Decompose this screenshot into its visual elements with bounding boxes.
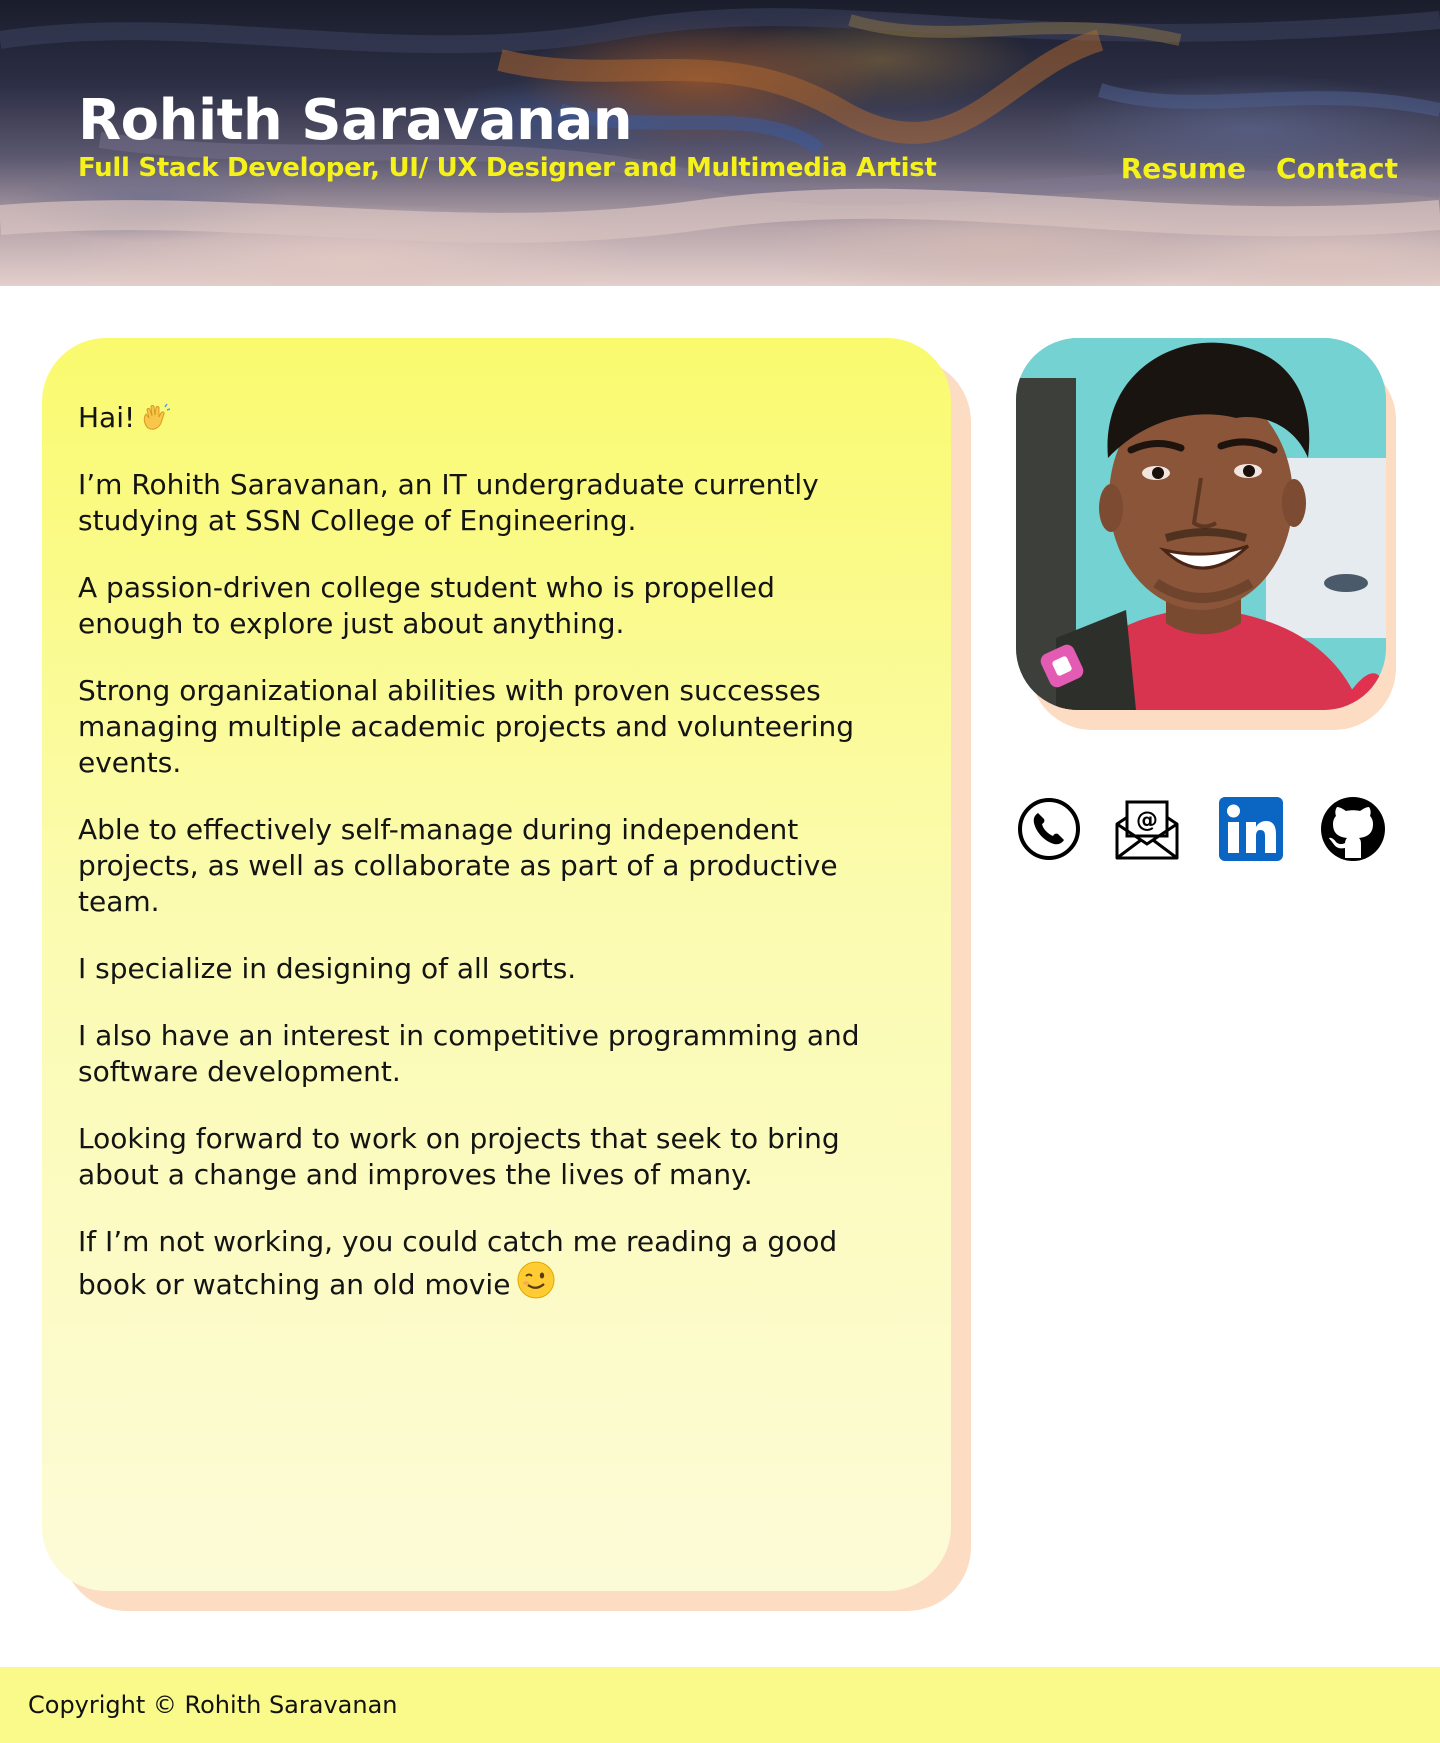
main-nav: Resume Contact xyxy=(1121,152,1398,186)
page-subtitle: Full Stack Developer, UI/ UX Designer an… xyxy=(78,153,937,183)
closing-text: If I’m not working, you could catch me r… xyxy=(78,1225,838,1301)
social-links: @ xyxy=(1016,796,1386,862)
greeting-text: Hai! xyxy=(78,401,136,434)
about-card: Hai! I’m Rohith Saravanan, an IT undergr… xyxy=(42,338,951,1591)
github-icon xyxy=(1321,797,1385,861)
about-closing: If I’m not working, you could catch me r… xyxy=(78,1224,878,1303)
about-paragraph: I also have an interest in competitive p… xyxy=(78,1019,860,1088)
about-paragraph: I’m Rohith Saravanan, an IT undergraduat… xyxy=(78,468,819,537)
page-title: Rohith Saravanan xyxy=(78,88,633,153)
nav-link-contact[interactable]: Contact xyxy=(1276,152,1398,186)
about-paragraph: Strong organizational abilities with pro… xyxy=(78,674,855,779)
github-link[interactable] xyxy=(1320,796,1386,862)
phone-link[interactable] xyxy=(1016,796,1082,862)
linkedin-icon xyxy=(1219,797,1283,861)
winking-face-emoji xyxy=(517,1261,555,1299)
waving-hand-emoji xyxy=(143,403,171,430)
svg-text:@: @ xyxy=(1136,808,1158,833)
site-header: Rohith Saravanan Full Stack Developer, U… xyxy=(0,0,1440,286)
linkedin-link[interactable] xyxy=(1218,796,1284,862)
profile-photo xyxy=(1016,338,1386,710)
profile-portrait-illustration xyxy=(1016,338,1386,710)
about-paragraph: A passion-driven college student who is … xyxy=(78,571,775,640)
phone-icon xyxy=(1018,798,1080,860)
email-icon: @ xyxy=(1115,800,1179,860)
email-link[interactable]: @ xyxy=(1114,796,1180,862)
about-greeting: Hai! xyxy=(78,400,878,436)
about-paragraph: I specialize in designing of all sorts. xyxy=(78,952,577,985)
about-paragraph: Looking forward to work on projects that… xyxy=(78,1122,840,1191)
copyright-text: Copyright © Rohith Saravanan xyxy=(28,1691,398,1719)
site-footer: Copyright © Rohith Saravanan xyxy=(0,1667,1440,1743)
about-paragraph: Able to effectively self-manage during i… xyxy=(78,813,838,918)
nav-link-resume[interactable]: Resume xyxy=(1121,152,1246,186)
